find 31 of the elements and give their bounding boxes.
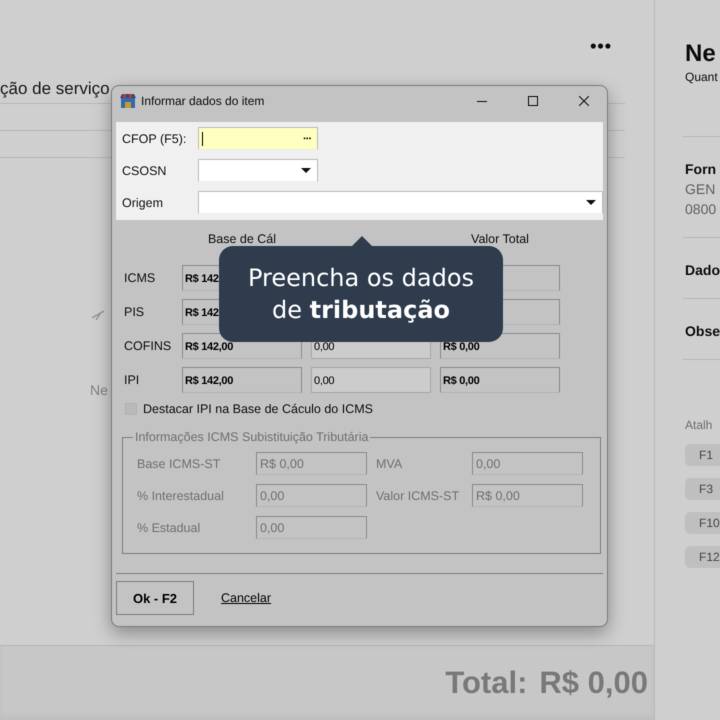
hint-text: Preencha os dados [248,263,474,294]
checkbox-label: Destacar IPI na Base de Cáculo do ICMS [143,402,373,416]
section-title: Forn [685,161,718,177]
panel-title: Ne [685,40,717,68]
hint-text: de tributação [272,295,450,326]
field-label: Base ICMS-ST [137,456,222,470]
field-label: CFOP (F5): [122,132,188,146]
section-text: 0800 [685,201,718,217]
field-label: Valor ICMS-ST [376,488,460,502]
field-label: Origem [122,196,164,210]
section-title: Dado [685,262,720,278]
field-label: % Estadual [137,520,202,534]
empty-state-text: Ne [90,382,108,398]
column-header: Base de Cál [206,232,278,246]
total-label: Total: [445,665,528,701]
column-header: Valor Total [470,232,530,246]
row-label: PIS [124,305,146,319]
window-title: Informar dados do item [141,94,266,108]
section-title: Obse [685,323,720,339]
group-title: Informações ICMS Subistituição Tributária [133,430,370,444]
row-label: IPI [124,373,140,387]
row-label: ICMS [124,271,156,285]
shortcuts-heading: Atalh [685,418,712,432]
field-label: CSOSN [122,164,168,178]
panel-subtitle: Quant [685,70,719,84]
row-label: COFINS [124,339,172,353]
section-text: GEN [685,181,716,197]
total-value: R$ 0,00 [539,665,648,701]
field-label: % Interestadual [137,488,225,502]
field-label: MVA [376,456,404,470]
section-heading: ção de serviço [0,79,110,99]
